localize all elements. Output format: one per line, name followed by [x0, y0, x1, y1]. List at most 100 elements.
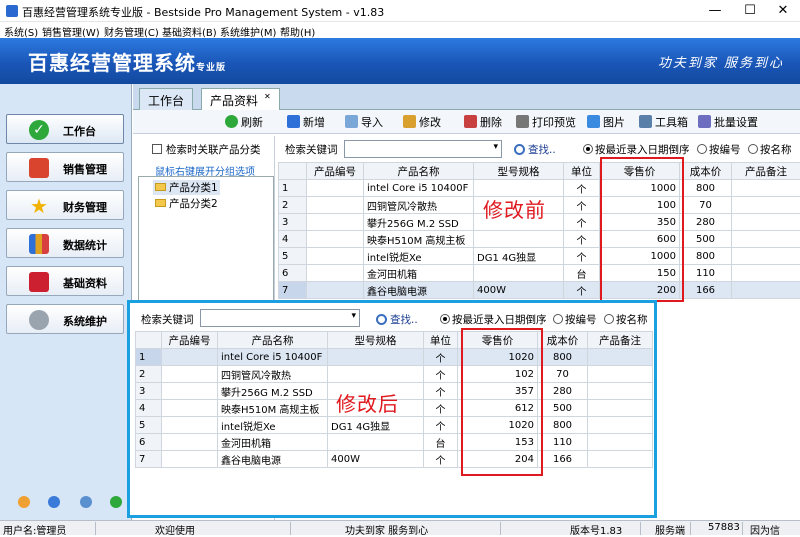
find-button[interactable]: 查找..: [514, 142, 556, 157]
update-icon[interactable]: [110, 496, 122, 508]
lock-icon[interactable]: [18, 496, 30, 508]
cell-note[interactable]: [588, 400, 653, 417]
cell-note[interactable]: [588, 366, 653, 383]
menu-system[interactable]: 系统(S): [4, 24, 38, 39]
cell-code[interactable]: [162, 434, 218, 451]
order-code-radio[interactable]: 按编号: [697, 142, 741, 157]
cell-code[interactable]: [162, 400, 218, 417]
cell-name[interactable]: intel锐炬Xe: [218, 417, 328, 434]
cell-code[interactable]: [307, 282, 364, 299]
cell-code[interactable]: [307, 231, 364, 248]
table-row[interactable]: 6金河田机箱台153110: [136, 434, 653, 451]
nav-sales[interactable]: 销售管理: [6, 152, 124, 182]
tree-node-cat1[interactable]: 产品分类1: [153, 180, 220, 195]
cell-name[interactable]: intel Core i5 10400F: [364, 180, 474, 197]
cell-spec[interactable]: [328, 349, 424, 366]
cell-cost[interactable]: 500: [538, 400, 588, 417]
cell-unit[interactable]: 个: [424, 451, 458, 468]
cell-unit[interactable]: 个: [424, 383, 458, 400]
cell-unit[interactable]: 个: [564, 197, 600, 214]
cell-note[interactable]: [588, 383, 653, 400]
cell-note[interactable]: [588, 434, 653, 451]
cell-note[interactable]: [732, 197, 800, 214]
refresh-button[interactable]: 刷新: [225, 114, 263, 130]
row-index[interactable]: 5: [279, 248, 307, 265]
cell-unit[interactable]: 个: [424, 349, 458, 366]
tab-close-icon[interactable]: ✕: [264, 92, 271, 101]
menu-finance[interactable]: 财务管理(C): [104, 24, 159, 39]
menu-help[interactable]: 帮助(H): [280, 24, 315, 39]
cell-name[interactable]: 金河田机箱: [218, 434, 328, 451]
tab-workbench[interactable]: 工作台: [139, 88, 193, 110]
cell-name[interactable]: 鑫谷电脑电源: [364, 282, 474, 299]
cell-unit[interactable]: 台: [424, 434, 458, 451]
cell-cost[interactable]: 110: [538, 434, 588, 451]
cell-unit[interactable]: 个: [424, 366, 458, 383]
cell-note[interactable]: [732, 282, 800, 299]
col-name[interactable]: 产品名称: [218, 332, 328, 349]
cell-note[interactable]: [588, 349, 653, 366]
row-index[interactable]: 4: [279, 231, 307, 248]
col-name[interactable]: 产品名称: [364, 163, 474, 180]
print-preview-button[interactable]: 打印预览: [516, 114, 576, 130]
cell-unit[interactable]: 个: [424, 417, 458, 434]
cell-name[interactable]: 映泰H510M 高规主板: [218, 400, 328, 417]
table-row[interactable]: 2四铜管风冷散热个10270: [136, 366, 653, 383]
order-recent-radio-after[interactable]: 按最近录入日期倒序: [440, 312, 547, 327]
cell-spec[interactable]: [474, 265, 564, 282]
order-name-radio[interactable]: 按名称: [748, 142, 792, 157]
cell-cost[interactable]: 500: [680, 231, 732, 248]
cell-code[interactable]: [162, 366, 218, 383]
cell-note[interactable]: [732, 231, 800, 248]
close-icon[interactable]: ✕: [768, 2, 798, 20]
cell-name[interactable]: 攀升256G M.2 SSD: [364, 214, 474, 231]
add-button[interactable]: 新增: [287, 114, 325, 130]
row-index[interactable]: 3: [136, 383, 162, 400]
col-note[interactable]: 产品备注: [732, 163, 800, 180]
cell-spec[interactable]: 400W: [328, 451, 424, 468]
cell-spec[interactable]: DG1 4G独显: [474, 248, 564, 265]
image-button[interactable]: 图片: [587, 114, 625, 130]
cell-cost[interactable]: 70: [680, 197, 732, 214]
cell-note[interactable]: [732, 214, 800, 231]
order-recent-radio[interactable]: 按最近录入日期倒序: [583, 142, 690, 157]
cell-cost[interactable]: 166: [680, 282, 732, 299]
search-input-after[interactable]: ▾: [200, 309, 360, 327]
table-row[interactable]: 7鑫谷电脑电源400W个204166: [136, 451, 653, 468]
col-cost[interactable]: 成本价: [538, 332, 588, 349]
row-index[interactable]: 3: [279, 214, 307, 231]
cell-note[interactable]: [732, 248, 800, 265]
cell-spec[interactable]: [328, 366, 424, 383]
cell-name[interactable]: 四铜管风冷散热: [364, 197, 474, 214]
cell-cost[interactable]: 110: [680, 265, 732, 282]
col-unit[interactable]: 单位: [564, 163, 600, 180]
checkbox-icon[interactable]: [152, 144, 162, 154]
cell-code[interactable]: [162, 383, 218, 400]
cell-cost[interactable]: 800: [538, 349, 588, 366]
info-icon[interactable]: [48, 496, 60, 508]
cell-code[interactable]: [307, 265, 364, 282]
tree-node-cat2[interactable]: 产品分类2: [153, 196, 220, 211]
cell-code[interactable]: [162, 349, 218, 366]
chevron-down-icon[interactable]: ▾: [493, 142, 498, 152]
cell-code[interactable]: [307, 197, 364, 214]
edit-button[interactable]: 修改: [403, 114, 441, 130]
cell-cost[interactable]: 800: [680, 248, 732, 265]
col-unit[interactable]: 单位: [424, 332, 458, 349]
cell-unit[interactable]: 个: [564, 231, 600, 248]
menu-maintenance[interactable]: 系统维护(M): [220, 24, 276, 39]
cell-cost[interactable]: 800: [680, 180, 732, 197]
search-input[interactable]: ▾: [344, 140, 502, 158]
nav-maintenance[interactable]: 系统维护: [6, 304, 124, 334]
cell-unit[interactable]: 个: [564, 180, 600, 197]
table-row[interactable]: 7鑫谷电脑电源400W个200166: [279, 282, 800, 299]
delete-button[interactable]: 删除: [464, 114, 502, 130]
row-index[interactable]: 7: [136, 451, 162, 468]
cell-code[interactable]: [307, 248, 364, 265]
import-button[interactable]: 导入: [345, 114, 383, 130]
cell-spec[interactable]: [474, 231, 564, 248]
find-button-after[interactable]: 查找..: [376, 312, 418, 327]
col-code[interactable]: 产品编号: [307, 163, 364, 180]
cell-code[interactable]: [307, 180, 364, 197]
order-code-radio-after[interactable]: 按编号: [553, 312, 597, 327]
